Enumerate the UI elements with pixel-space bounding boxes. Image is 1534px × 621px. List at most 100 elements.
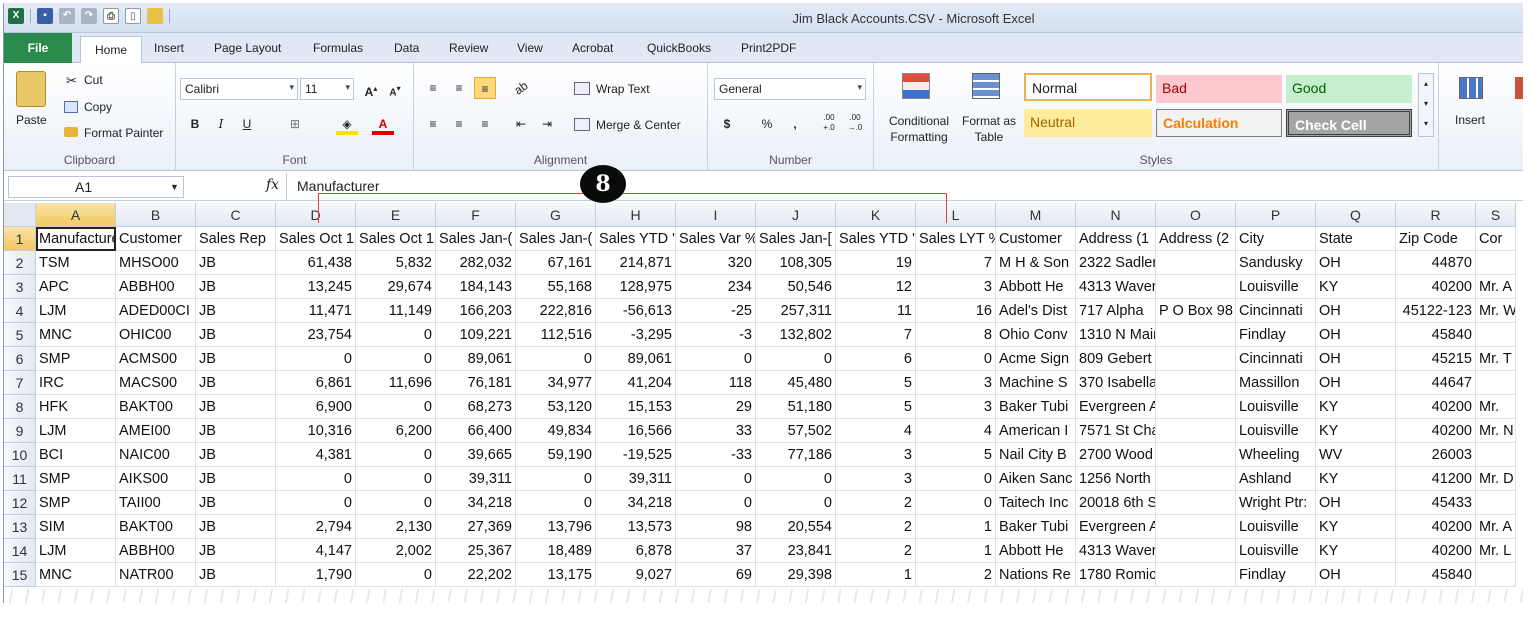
cell-B12[interactable]: TAII00 [116,491,196,515]
cell-E8[interactable]: 0 [356,395,436,419]
cell-O13[interactable] [1156,515,1236,539]
cell-C15[interactable]: JB [196,563,276,587]
cell-E10[interactable]: 0 [356,443,436,467]
cell-G15[interactable]: 13,175 [516,563,596,587]
cell-N7[interactable]: 370 Isabella Ave SW [1076,371,1156,395]
cell-B9[interactable]: AMEI00 [116,419,196,443]
cell-O15[interactable] [1156,563,1236,587]
cell-B8[interactable]: BAKT00 [116,395,196,419]
cell-M4[interactable]: Adel's Dist [996,299,1076,323]
select-all-corner[interactable] [4,203,36,227]
cell-B6[interactable]: ACMS00 [116,347,196,371]
cell-P10[interactable]: Wheeling [1236,443,1316,467]
cell-F6[interactable]: 89,061 [436,347,516,371]
cell-C5[interactable]: JB [196,323,276,347]
cell-C11[interactable]: JB [196,467,276,491]
cell-E5[interactable]: 0 [356,323,436,347]
cell-G2[interactable]: 67,161 [516,251,596,275]
cell-C7[interactable]: JB [196,371,276,395]
cell-M1[interactable]: Customer [996,227,1076,251]
cell-E3[interactable]: 29,674 [356,275,436,299]
cell-K1[interactable]: Sales YTD ' [836,227,916,251]
cell-F13[interactable]: 27,369 [436,515,516,539]
cell-L13[interactable]: 1 [916,515,996,539]
cell-E9[interactable]: 6,200 [356,419,436,443]
cell-H6[interactable]: 89,061 [596,347,676,371]
cell-L12[interactable]: 0 [916,491,996,515]
cell-B5[interactable]: OHIC00 [116,323,196,347]
cell-S1[interactable]: Cor [1476,227,1516,251]
paste-button[interactable]: Paste [16,113,47,127]
cell-P12[interactable]: Wright Ptr: [1236,491,1316,515]
row-header[interactable]: 9 [4,419,36,443]
cell-F4[interactable]: 166,203 [436,299,516,323]
tab-acrobat[interactable]: Acrobat [572,41,613,55]
style-neutral[interactable]: Neutral [1024,109,1152,137]
font-name-select[interactable]: Calibri ▾ [180,78,298,100]
cell-G3[interactable]: 55,168 [516,275,596,299]
column-header[interactable]: J [756,203,836,227]
cell-D11[interactable]: 0 [276,467,356,491]
tab-data[interactable]: Data [394,41,419,55]
cell-H14[interactable]: 6,878 [596,539,676,563]
cell-M3[interactable]: Abbott He [996,275,1076,299]
cell-R2[interactable]: 44870 [1396,251,1476,275]
cell-M14[interactable]: Abbott He [996,539,1076,563]
column-header[interactable]: E [356,203,436,227]
cell-C4[interactable]: JB [196,299,276,323]
cell-Q1[interactable]: State [1316,227,1396,251]
copy-icon[interactable] [64,101,78,113]
cell-S12[interactable] [1476,491,1516,515]
style-bad[interactable]: Bad [1156,75,1282,103]
cell-I6[interactable]: 0 [676,347,756,371]
cell-B15[interactable]: NATR00 [116,563,196,587]
cell-F9[interactable]: 66,400 [436,419,516,443]
cell-C14[interactable]: JB [196,539,276,563]
cell-I9[interactable]: 33 [676,419,756,443]
cell-L9[interactable]: 4 [916,419,996,443]
column-header[interactable]: S [1476,203,1516,227]
cell-P3[interactable]: Louisville [1236,275,1316,299]
cell-R8[interactable]: 40200 [1396,395,1476,419]
cell-Q9[interactable]: KY [1316,419,1396,443]
cell-B10[interactable]: NAIC00 [116,443,196,467]
cell-A3[interactable]: APC [36,275,116,299]
column-header[interactable]: P [1236,203,1316,227]
cell-B3[interactable]: ABBH00 [116,275,196,299]
column-header[interactable]: B [116,203,196,227]
percent-button[interactable]: % [756,113,778,135]
cell-L4[interactable]: 16 [916,299,996,323]
cell-J1[interactable]: Sales Jan-[ [756,227,836,251]
cell-K7[interactable]: 5 [836,371,916,395]
cell-B13[interactable]: BAKT00 [116,515,196,539]
cell-A4[interactable]: LJM [36,299,116,323]
cell-P4[interactable]: Cincinnati [1236,299,1316,323]
cell-O11[interactable] [1156,467,1236,491]
cell-L14[interactable]: 1 [916,539,996,563]
name-box[interactable]: A1 [8,176,184,198]
cell-D15[interactable]: 1,790 [276,563,356,587]
cut-button[interactable]: Cut [84,73,103,87]
cell-I4[interactable]: -25 [676,299,756,323]
cell-C1[interactable]: Sales Rep [196,227,276,251]
tab-review[interactable]: Review [449,41,488,55]
cell-B4[interactable]: ADED00CI [116,299,196,323]
tab-view[interactable]: View [517,41,543,55]
cell-K13[interactable]: 2 [836,515,916,539]
cell-M2[interactable]: M H & Son [996,251,1076,275]
cell-G6[interactable]: 0 [516,347,596,371]
column-header[interactable]: I [676,203,756,227]
row-header[interactable]: 5 [4,323,36,347]
decrease-decimal-icon[interactable]: .00 →.0 [844,113,866,135]
cell-E2[interactable]: 5,832 [356,251,436,275]
cell-O6[interactable] [1156,347,1236,371]
cell-S7[interactable] [1476,371,1516,395]
cell-K2[interactable]: 19 [836,251,916,275]
cell-H5[interactable]: -3,295 [596,323,676,347]
tab-insert[interactable]: Insert [154,41,184,55]
cell-Q12[interactable]: OH [1316,491,1396,515]
cell-L7[interactable]: 3 [916,371,996,395]
conditional-formatting-button[interactable]: Conditional Formatting [880,113,958,145]
cell-R9[interactable]: 40200 [1396,419,1476,443]
cell-R14[interactable]: 40200 [1396,539,1476,563]
